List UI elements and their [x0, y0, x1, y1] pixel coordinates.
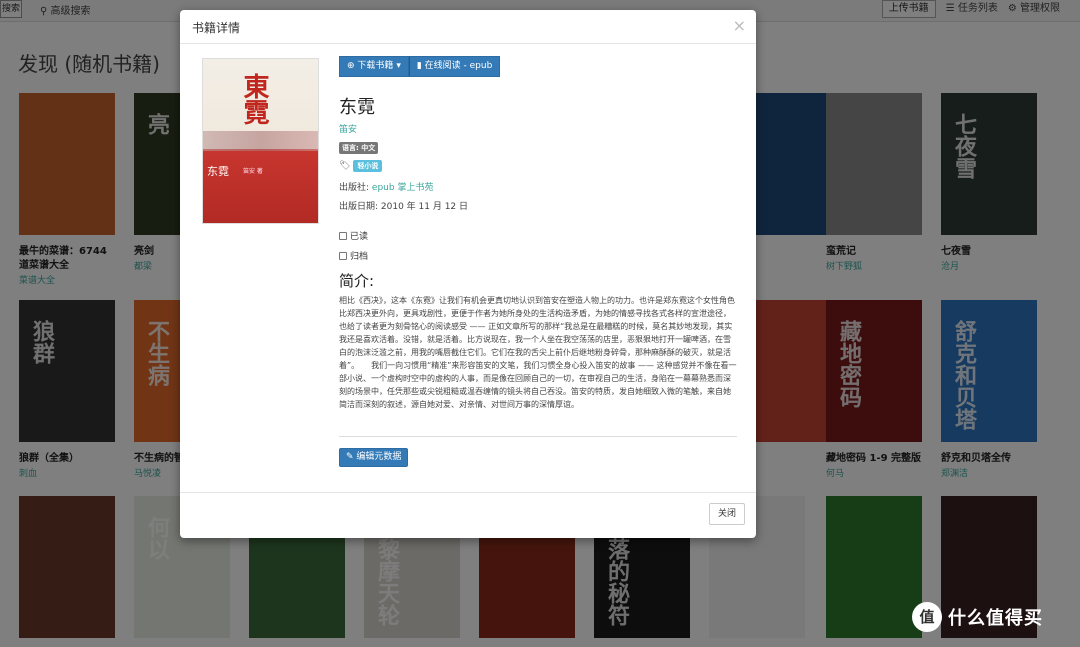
publisher-link[interactable]: epub 掌上书苑 — [372, 183, 434, 193]
read-checkbox[interactable] — [339, 231, 347, 240]
archive-checkbox-label: 归档 — [350, 252, 369, 262]
cover-skyline — [203, 131, 318, 151]
modal-title: 书籍详情 — [192, 21, 241, 35]
read-online-label: 在线阅读 - epub — [424, 61, 493, 71]
pubdate: 出版日期: 2010 年 11 月 12 日 — [339, 202, 469, 212]
watermark-logo-icon: 值 — [912, 602, 942, 632]
edit-metadata-label: 编辑元数据 — [356, 452, 402, 462]
tag-badge[interactable]: 轻小说 — [353, 160, 383, 172]
archive-checkbox[interactable] — [339, 251, 347, 260]
book-icon: ▮ — [416, 61, 422, 71]
close-button[interactable]: 关闭 — [708, 503, 745, 525]
book-cover: 東霓 东霓 笛安 著 — [202, 58, 319, 224]
book-author-link[interactable]: 笛安 — [339, 122, 357, 135]
book-title: 东霓 — [339, 97, 375, 118]
cover-title-art: 東霓 — [239, 73, 269, 125]
divider — [339, 436, 737, 437]
download-button[interactable]: ⊕ 下载书籍 ▾ — [339, 56, 409, 77]
summary-text: 相比《西决》，这本《东霓》让我们有机会更真切地认识到笛安在塑造人物上的功力。也许… — [339, 296, 737, 409]
publisher-label: 出版社: — [339, 183, 370, 193]
watermark-text: 什么值得买 — [948, 608, 1043, 629]
edit-metadata-button[interactable]: ✎ 编辑元数据 — [339, 448, 409, 467]
summary-heading: 简介: — [339, 272, 375, 290]
cover-author: 笛安 著 — [243, 168, 263, 175]
language-badge: 语言: 中文 — [339, 142, 379, 154]
edit-icon: ✎ — [346, 452, 354, 462]
publisher-row: 出版社: epub 掌上书苑 — [339, 180, 433, 193]
read-checkbox-row[interactable]: 已读 — [339, 229, 368, 242]
read-online-button[interactable]: ▮ 在线阅读 - epub — [408, 56, 501, 77]
download-label: 下载书籍 — [357, 61, 394, 71]
archive-checkbox-row[interactable]: 归档 — [339, 249, 368, 262]
tag-row: 🏷 轻小说 — [339, 160, 383, 172]
action-button-group: ⊕ 下载书籍 ▾ ▮ 在线阅读 - epub — [339, 56, 501, 77]
cover-title-small: 东霓 — [207, 165, 229, 178]
watermark: 值 什么值得买 — [912, 602, 1043, 632]
caret-down-icon: ▾ — [396, 61, 401, 71]
book-detail-modal: 书籍详情 × 東霓 东霓 笛安 著 ⊕ 下载书籍 ▾ ▮ 在线阅读 - epub… — [180, 10, 756, 538]
close-icon[interactable]: × — [733, 16, 746, 35]
modal-footer: 关闭 — [180, 492, 756, 538]
read-checkbox-label: 已读 — [350, 232, 369, 242]
modal-header: 书籍详情 × — [180, 10, 756, 44]
tag-icon: 🏷 — [339, 161, 351, 171]
download-icon: ⊕ — [347, 61, 355, 71]
